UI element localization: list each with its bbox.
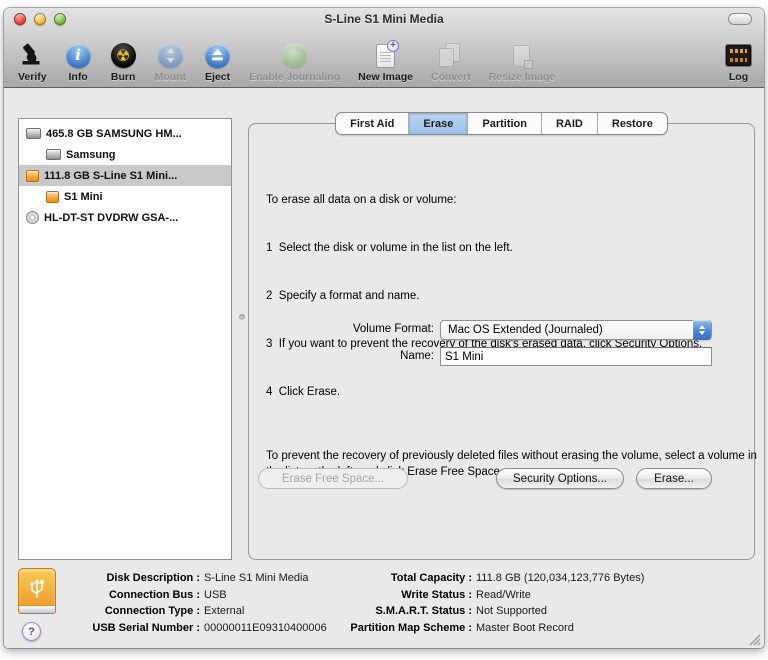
device-list: 465.8 GB SAMSUNG HM... Samsung 111.8 GB … (18, 118, 232, 560)
toolbar-item-eject[interactable]: Eject (204, 42, 231, 83)
window-title: S-Line S1 Mini Media (324, 12, 444, 26)
tab-partition[interactable]: Partition (468, 113, 542, 134)
resize-grip[interactable] (747, 632, 761, 646)
info-row: Connection Bus : USB (108, 588, 227, 601)
internal-disk-icon (46, 149, 61, 160)
resize-image-icon (508, 42, 535, 69)
external-disk-icon (46, 190, 59, 203)
disk-info-right: Total Capacity :111.8 GB (120,034,123,77… (322, 570, 644, 636)
toolbar-item-burn[interactable]: ☢ Burn (110, 42, 137, 83)
instructions-intro: To erase all data on a disk or volume: (266, 194, 457, 206)
help-button[interactable]: ? (22, 622, 41, 641)
window-chrome: S-Line S1 Mini Media Verify i Info ☢ Bur… (4, 8, 764, 88)
tab-bar: First Aid Erase Partition RAID Restore (248, 112, 755, 135)
instruction-step: 2 Specify a format and name. (266, 290, 420, 302)
name-input[interactable] (440, 347, 712, 366)
device-row-samsung-volume[interactable]: Samsung (19, 144, 231, 165)
info-row: S.M.A.R.T. Status : Not Supported (375, 605, 547, 617)
volume-format-label: Volume Format: (352, 323, 434, 335)
instruction-step: 1 Select the disk or volume in the list … (266, 242, 513, 254)
name-label: Name: (400, 350, 434, 362)
device-row-dvd-drive[interactable]: HL-DT-ST DVDRW GSA-... (19, 207, 231, 228)
tab-raid[interactable]: RAID (542, 113, 598, 134)
pane-divider-dimple[interactable] (239, 314, 245, 320)
toolbar-item-new-image[interactable]: + New Image (358, 39, 413, 83)
toolbar-item-convert[interactable]: Convert (431, 42, 471, 83)
tab-restore[interactable]: Restore (598, 113, 667, 134)
toolbar-item-info[interactable]: i Info (65, 42, 92, 83)
toolbar-item-resize-image: Resize Image (489, 42, 555, 83)
disk-utility-window: S-Line S1 Mini Media Verify i Info ☢ Bur… (4, 8, 764, 648)
info-row: Connection Type : External (104, 605, 245, 617)
external-disk-icon (26, 169, 39, 182)
device-row-s1-mini-volume[interactable]: S1 Mini (19, 186, 231, 207)
info-row: Write Status : Read/Write (401, 588, 531, 601)
toolbar-item-log[interactable]: Log (725, 42, 752, 83)
instruction-step: 4 Click Erase. (266, 386, 341, 398)
volume-format-select[interactable]: Mac OS Extended (Journaled) (440, 320, 712, 340)
info-row: Total Capacity :111.8 GB (120,034,123,77… (390, 572, 645, 584)
new-image-icon: + (372, 39, 400, 69)
erase-button[interactable]: Erase... (636, 468, 712, 489)
eject-icon (204, 42, 231, 69)
toolbar: Verify i Info ☢ Burn Mount Eject Enable … (4, 30, 764, 87)
toolbar-toggle-button[interactable] (728, 13, 752, 25)
toolbar-item-verify[interactable]: Verify (18, 42, 47, 83)
device-row-sline-disk[interactable]: 111.8 GB S-Line S1 Mini... (19, 165, 231, 186)
burn-icon: ☢ (110, 42, 137, 69)
tab-first-aid[interactable]: First Aid (336, 113, 410, 134)
mount-icon (157, 42, 184, 69)
dropdown-stepper-icon (693, 320, 711, 340)
device-row-samsung-disk[interactable]: 465.8 GB SAMSUNG HM... (19, 123, 231, 144)
toolbar-item-mount: Mount (155, 42, 186, 83)
erase-free-space-button: Erase Free Space... (258, 468, 408, 489)
convert-icon (437, 42, 464, 69)
tab-erase[interactable]: Erase (409, 113, 469, 134)
disk-info-left: Disk Description : S-Line S1 Mini Media C… (50, 570, 327, 636)
toolbar-item-enable-journaling: Enable Journaling (249, 42, 340, 83)
titlebar[interactable]: S-Line S1 Mini Media (4, 8, 764, 30)
optical-drive-icon (26, 211, 39, 224)
security-options-button[interactable]: Security Options... (496, 468, 624, 489)
info-row: Disk Description : S-Line S1 Mini Media (106, 572, 309, 584)
info-row: USB Serial Number :00000011E09310400006 (92, 621, 327, 634)
info-icon: i (65, 42, 92, 69)
journaling-icon (281, 42, 308, 69)
internal-disk-icon (26, 128, 41, 139)
log-icon (725, 42, 752, 69)
microscope-icon (19, 42, 46, 69)
info-row: Partition Map Scheme : Master Boot Record (350, 621, 574, 634)
